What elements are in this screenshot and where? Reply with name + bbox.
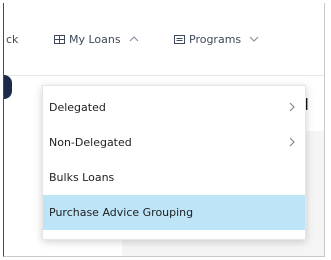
chevron-down-icon <box>249 34 259 45</box>
nav-my-loans[interactable]: My Loans <box>54 33 139 46</box>
menu-item-non-delegated[interactable]: Non-Delegated <box>43 125 305 160</box>
menu-item-label: Bulks Loans <box>49 171 115 184</box>
top-navigation: ck My Loans Programs <box>4 3 324 76</box>
my-loans-dropdown-menu: Delegated Non-Delegated Bulks Loans Purc… <box>42 85 306 240</box>
chevron-right-icon <box>289 136 295 150</box>
nav-back-label: ck <box>6 33 19 46</box>
menu-item-purchase-advice-grouping[interactable]: Purchase Advice Grouping <box>43 195 305 230</box>
menu-item-label: Delegated <box>49 101 106 114</box>
menu-item-bulks-loans[interactable]: Bulks Loans <box>43 160 305 195</box>
loans-grid-icon <box>54 35 65 44</box>
chevron-right-icon <box>289 101 295 115</box>
menu-item-label: Purchase Advice Grouping <box>49 206 194 219</box>
menu-item-delegated[interactable]: Delegated <box>43 90 305 125</box>
menu-item-label: Non-Delegated <box>49 136 132 149</box>
page-edge-shape <box>4 75 12 99</box>
nav-programs[interactable]: Programs <box>174 33 259 46</box>
nav-my-loans-label: My Loans <box>69 33 121 46</box>
app-window: ck My Loans Programs Delegated Non-Deleg… <box>3 3 325 257</box>
chevron-up-icon <box>129 34 139 45</box>
programs-list-icon <box>174 35 185 44</box>
nav-programs-label: Programs <box>189 33 242 46</box>
nav-back-link[interactable]: ck <box>6 33 18 46</box>
